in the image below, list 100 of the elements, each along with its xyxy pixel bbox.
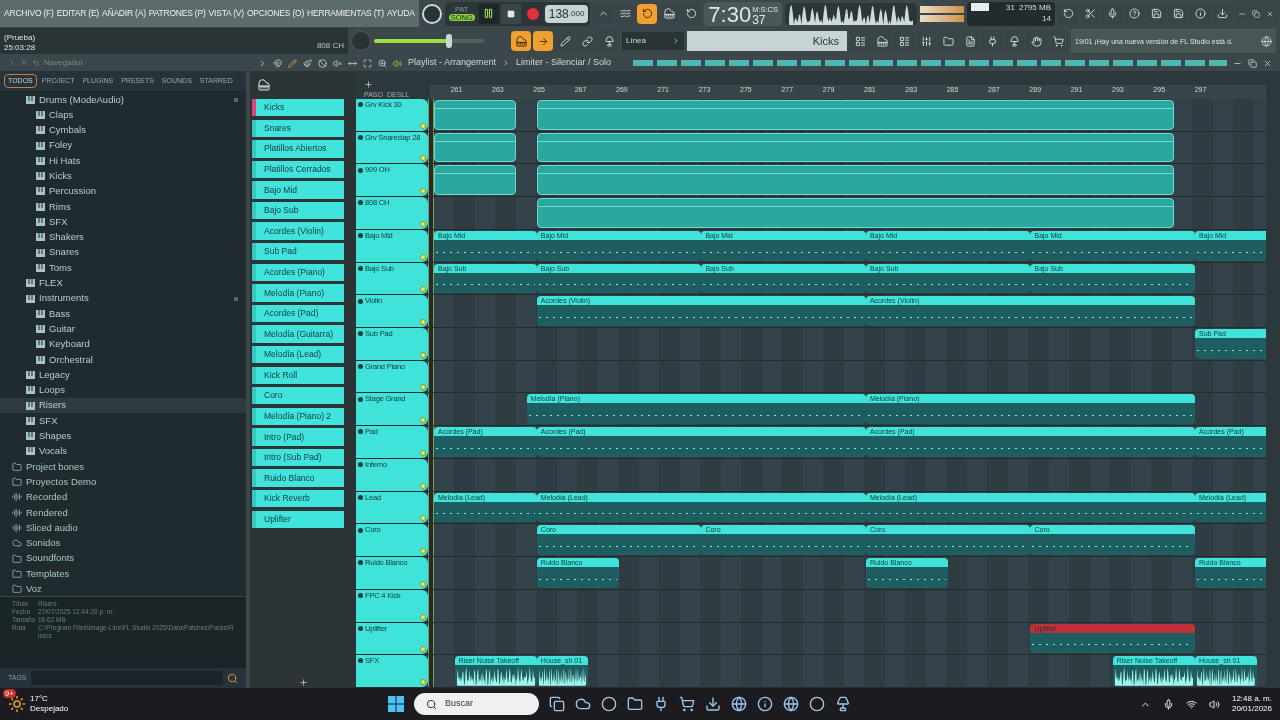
browser-item[interactable]: Kicks [0, 168, 246, 184]
globe-icon [1261, 35, 1272, 47]
pattern-button[interactable]: Acordes (Pad) [252, 304, 344, 323]
pattern-button[interactable]: Acordes (Violin) [252, 222, 344, 240]
search-field[interactable]: Buscar [414, 693, 539, 715]
add-icon [298, 678, 308, 687]
wave-icon [619, 8, 631, 19]
download-icon [1216, 8, 1228, 19]
pattern-clip[interactable] [536, 165, 1175, 196]
browser-folder[interactable]: Project bones [0, 459, 246, 475]
pattern-button[interactable]: Bajo Sub [252, 201, 344, 220]
browser-item[interactable]: Legacy [0, 367, 246, 383]
pattern-clip[interactable] [434, 100, 517, 130]
browser-item[interactable]: Keyboard [0, 336, 246, 353]
browser-folder[interactable]: Voz [0, 581, 246, 596]
hand-icon [1030, 35, 1042, 47]
pattern-clip[interactable] [536, 100, 1175, 130]
menu-item[interactable]: AÑADIR (A) [102, 7, 146, 20]
browser-item[interactable]: SFX [0, 214, 246, 230]
browser-folder[interactable]: Templates [0, 566, 246, 582]
browser-folder[interactable]: Sliced audio [0, 520, 246, 536]
pattern-button[interactable]: Uplifter [252, 510, 344, 528]
browser-item[interactable]: Shapes [0, 428, 246, 444]
browser-item[interactable]: Claps [0, 107, 246, 123]
countdown-button[interactable] [637, 3, 658, 24]
menu-item[interactable]: EDITAR (E) [56, 7, 99, 20]
loop-icon [685, 8, 697, 19]
scissors-icon [1084, 8, 1096, 19]
master-volume-slider[interactable] [374, 34, 484, 48]
pattern-button[interactable]: Intro (Pad) [252, 428, 344, 446]
pattern-button[interactable]: Intro (Sub Pad) [252, 448, 344, 467]
browser-item[interactable]: Percussion [0, 183, 246, 200]
taskbar-app-icon [757, 696, 773, 712]
browser-item[interactable]: Hi Hats [0, 153, 246, 169]
pattern-clip[interactable] [536, 198, 1175, 228]
snap-dropdown[interactable]: Línea [622, 32, 684, 50]
info-icon [1194, 8, 1206, 19]
menu-item[interactable]: PATRONES (P) [148, 7, 206, 20]
waveform-drawing [1197, 665, 1255, 686]
pattern-button[interactable]: Bajo Mid [252, 181, 344, 199]
folder-icon [12, 584, 22, 595]
menu-item[interactable]: ARCHIVO (F) [4, 7, 54, 20]
menu-item[interactable]: AYUDA [387, 7, 415, 20]
browser-folder[interactable]: Soundfonts [0, 550, 246, 567]
volume-knob[interactable] [421, 3, 442, 24]
pattern-selector[interactable]: Kicks [687, 31, 847, 51]
zoom-icon [378, 58, 387, 68]
tempo-arrow-button[interactable] [533, 31, 553, 51]
browser-item[interactable]: Guitar [0, 321, 246, 337]
browser-item[interactable]: Vocals [0, 443, 246, 460]
browser-item[interactable]: Snares [0, 244, 246, 261]
pattern-button[interactable]: Coro [252, 387, 344, 405]
browser-item[interactable]: SFX [0, 413, 246, 429]
browser-item[interactable]: Loops [0, 382, 246, 398]
folder-icon [12, 553, 22, 564]
browser-item[interactable]: Risers [0, 397, 246, 414]
stop-button[interactable] [500, 3, 521, 24]
pattern-button[interactable]: Melodía (Piano) 2 [252, 407, 344, 426]
folder-icon [12, 568, 22, 579]
pattern-clip[interactable] [536, 132, 1175, 163]
pause-button[interactable] [478, 3, 499, 24]
pattern-button[interactable]: Melodía (Guitarra) [252, 325, 344, 343]
typing-keyboard-button[interactable] [511, 31, 531, 51]
browser-item[interactable]: Cymbals [0, 122, 246, 138]
browser-folder[interactable]: Recorded [0, 489, 246, 505]
pattern-clip[interactable] [434, 165, 517, 196]
pattern-button[interactable]: Acordes (Piano) [252, 263, 344, 281]
pattern-button[interactable]: Sub Pad [252, 243, 344, 261]
start-icon[interactable] [388, 696, 404, 712]
pattern-button[interactable]: Ruido Blanco [252, 469, 344, 487]
pack-icon [36, 141, 45, 150]
cloud-icon [12, 538, 22, 549]
browser-item[interactable]: Toms [0, 260, 246, 276]
pattern-button[interactable]: Melodía (Lead) [252, 345, 344, 364]
browser-folder[interactable]: Rendered [0, 505, 246, 521]
pack-icon [36, 340, 45, 349]
wifi-icon [1185, 698, 1197, 710]
browser-folder[interactable]: Sonidos [0, 535, 246, 551]
browser-item[interactable]: Rims [0, 199, 246, 215]
piano-roll-icon [876, 35, 888, 47]
pattern-button[interactable]: Kick Roll [252, 366, 344, 384]
menu-item[interactable]: VISTA (V) [208, 7, 244, 20]
pattern-clip[interactable] [434, 132, 517, 163]
browser-folder[interactable]: Proyectos Demo [0, 474, 246, 490]
browser-item[interactable]: Orchestral [0, 352, 246, 368]
pattern-button[interactable]: Snares [252, 119, 344, 137]
browser-item[interactable]: Shakers [0, 229, 246, 245]
pattern-button[interactable]: Platillos Abiertos [252, 140, 344, 158]
pattern-button[interactable]: Platillos Cerrados [252, 160, 344, 179]
browser-item[interactable]: FLEX [0, 275, 246, 291]
pattern-button[interactable]: Melodía (Piano) [252, 284, 344, 302]
browser-item[interactable]: Drums (ModeAudio) [0, 92, 246, 108]
folder-icon [12, 461, 22, 472]
browser-item[interactable]: Bass [0, 306, 246, 322]
menu-item[interactable]: OPCIONES (O) [246, 7, 305, 20]
menu-item[interactable]: HERRAMIENTAS (T) [307, 7, 384, 20]
pattern-button[interactable]: Kick Reverb [252, 490, 344, 508]
browser-item[interactable]: Foley [0, 137, 246, 154]
pattern-button[interactable]: Kicks [252, 99, 344, 117]
browser-item[interactable]: Instruments [0, 290, 246, 307]
